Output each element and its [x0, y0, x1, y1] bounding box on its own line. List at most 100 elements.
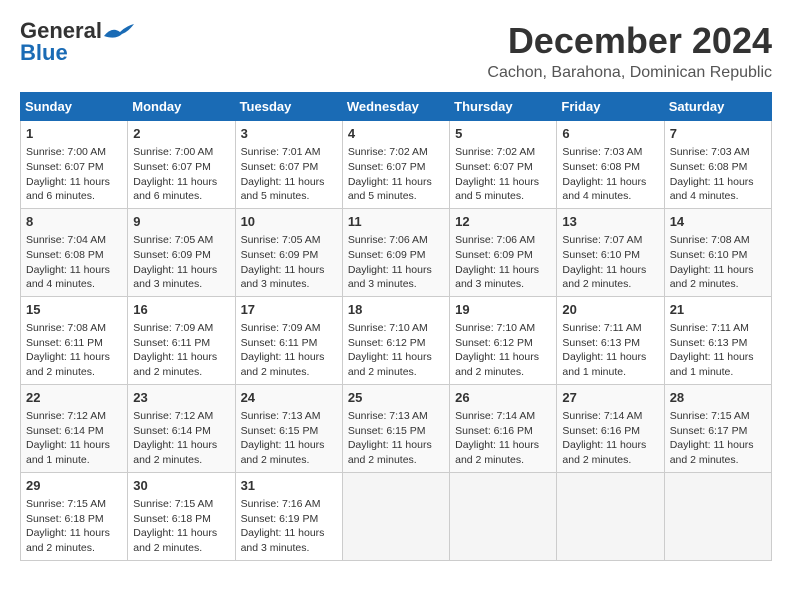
sunrise-text: Sunrise: 7:06 AM	[455, 234, 535, 246]
calendar-cell: 28 Sunrise: 7:15 AM Sunset: 6:17 PM Dayl…	[664, 384, 771, 472]
calendar-header-row: Sunday Monday Tuesday Wednesday Thursday…	[21, 93, 772, 121]
daylight-text: Daylight: 11 hours and 2 minutes.	[562, 264, 646, 291]
sunrise-text: Sunrise: 7:09 AM	[133, 322, 213, 334]
day-number: 27	[562, 389, 658, 407]
sunrise-text: Sunrise: 7:03 AM	[670, 146, 750, 158]
day-number: 31	[241, 477, 337, 495]
daylight-text: Daylight: 11 hours and 1 minute.	[670, 351, 754, 378]
sunset-text: Sunset: 6:07 PM	[133, 161, 211, 173]
sunset-text: Sunset: 6:12 PM	[348, 337, 426, 349]
calendar-cell: 22 Sunrise: 7:12 AM Sunset: 6:14 PM Dayl…	[21, 384, 128, 472]
sunset-text: Sunset: 6:07 PM	[241, 161, 319, 173]
daylight-text: Daylight: 11 hours and 2 minutes.	[26, 527, 110, 554]
day-number: 10	[241, 213, 337, 231]
sunrise-text: Sunrise: 7:14 AM	[455, 410, 535, 422]
day-number: 30	[133, 477, 229, 495]
day-number: 21	[670, 301, 766, 319]
daylight-text: Daylight: 11 hours and 3 minutes.	[241, 264, 325, 291]
calendar-cell: 4 Sunrise: 7:02 AM Sunset: 6:07 PM Dayli…	[342, 121, 449, 209]
calendar-cell: 8 Sunrise: 7:04 AM Sunset: 6:08 PM Dayli…	[21, 208, 128, 296]
calendar-cell: 19 Sunrise: 7:10 AM Sunset: 6:12 PM Dayl…	[450, 296, 557, 384]
sunset-text: Sunset: 6:14 PM	[133, 425, 211, 437]
sunrise-text: Sunrise: 7:11 AM	[562, 322, 641, 334]
sunset-text: Sunset: 6:07 PM	[455, 161, 533, 173]
day-number: 7	[670, 125, 766, 143]
sunrise-text: Sunrise: 7:02 AM	[455, 146, 535, 158]
day-number: 15	[26, 301, 122, 319]
sunrise-text: Sunrise: 7:07 AM	[562, 234, 642, 246]
page-header: General Blue December 2024 Cachon, Barah…	[20, 20, 772, 82]
day-number: 23	[133, 389, 229, 407]
sunrise-text: Sunrise: 7:05 AM	[241, 234, 321, 246]
sunset-text: Sunset: 6:19 PM	[241, 513, 319, 525]
sunrise-text: Sunrise: 7:08 AM	[26, 322, 106, 334]
daylight-text: Daylight: 11 hours and 6 minutes.	[133, 176, 217, 203]
sunrise-text: Sunrise: 7:01 AM	[241, 146, 321, 158]
daylight-text: Daylight: 11 hours and 4 minutes.	[26, 264, 110, 291]
day-number: 18	[348, 301, 444, 319]
daylight-text: Daylight: 11 hours and 3 minutes.	[348, 264, 432, 291]
month-title: December 2024	[487, 20, 772, 62]
sunset-text: Sunset: 6:12 PM	[455, 337, 533, 349]
day-number: 1	[26, 125, 122, 143]
day-number: 19	[455, 301, 551, 319]
daylight-text: Daylight: 11 hours and 1 minute.	[26, 439, 110, 466]
sunset-text: Sunset: 6:11 PM	[133, 337, 210, 349]
daylight-text: Daylight: 11 hours and 4 minutes.	[562, 176, 646, 203]
day-number: 26	[455, 389, 551, 407]
daylight-text: Daylight: 11 hours and 1 minute.	[562, 351, 646, 378]
sunrise-text: Sunrise: 7:12 AM	[26, 410, 106, 422]
daylight-text: Daylight: 11 hours and 3 minutes.	[241, 527, 325, 554]
sunset-text: Sunset: 6:10 PM	[670, 249, 748, 261]
sunrise-text: Sunrise: 7:13 AM	[348, 410, 428, 422]
day-number: 20	[562, 301, 658, 319]
daylight-text: Daylight: 11 hours and 2 minutes.	[455, 439, 539, 466]
daylight-text: Daylight: 11 hours and 3 minutes.	[133, 264, 217, 291]
daylight-text: Daylight: 11 hours and 2 minutes.	[241, 351, 325, 378]
calendar-cell: 14 Sunrise: 7:08 AM Sunset: 6:10 PM Dayl…	[664, 208, 771, 296]
sunrise-text: Sunrise: 7:12 AM	[133, 410, 213, 422]
col-friday: Friday	[557, 93, 664, 121]
col-wednesday: Wednesday	[342, 93, 449, 121]
daylight-text: Daylight: 11 hours and 2 minutes.	[133, 439, 217, 466]
sunset-text: Sunset: 6:09 PM	[455, 249, 533, 261]
location-title: Cachon, Barahona, Dominican Republic	[487, 64, 772, 82]
day-number: 3	[241, 125, 337, 143]
sunset-text: Sunset: 6:08 PM	[26, 249, 104, 261]
calendar-cell: 18 Sunrise: 7:10 AM Sunset: 6:12 PM Dayl…	[342, 296, 449, 384]
day-number: 12	[455, 213, 551, 231]
day-number: 16	[133, 301, 229, 319]
sunset-text: Sunset: 6:15 PM	[348, 425, 426, 437]
sunrise-text: Sunrise: 7:02 AM	[348, 146, 428, 158]
daylight-text: Daylight: 11 hours and 6 minutes.	[26, 176, 110, 203]
daylight-text: Daylight: 11 hours and 4 minutes.	[670, 176, 754, 203]
day-number: 13	[562, 213, 658, 231]
calendar-cell: 30 Sunrise: 7:15 AM Sunset: 6:18 PM Dayl…	[128, 472, 235, 560]
sunset-text: Sunset: 6:08 PM	[670, 161, 748, 173]
sunrise-text: Sunrise: 7:14 AM	[562, 410, 642, 422]
calendar-cell	[342, 472, 449, 560]
calendar-cell: 31 Sunrise: 7:16 AM Sunset: 6:19 PM Dayl…	[235, 472, 342, 560]
sunset-text: Sunset: 6:08 PM	[562, 161, 640, 173]
daylight-text: Daylight: 11 hours and 2 minutes.	[26, 351, 110, 378]
daylight-text: Daylight: 11 hours and 3 minutes.	[455, 264, 539, 291]
daylight-text: Daylight: 11 hours and 5 minutes.	[455, 176, 539, 203]
sunset-text: Sunset: 6:07 PM	[348, 161, 426, 173]
sunset-text: Sunset: 6:14 PM	[26, 425, 104, 437]
sunset-text: Sunset: 6:11 PM	[26, 337, 103, 349]
daylight-text: Daylight: 11 hours and 2 minutes.	[348, 439, 432, 466]
day-number: 2	[133, 125, 229, 143]
sunrise-text: Sunrise: 7:16 AM	[241, 498, 321, 510]
calendar-cell: 15 Sunrise: 7:08 AM Sunset: 6:11 PM Dayl…	[21, 296, 128, 384]
calendar-cell: 1 Sunrise: 7:00 AM Sunset: 6:07 PM Dayli…	[21, 121, 128, 209]
logo-bird-icon	[104, 24, 134, 42]
sunset-text: Sunset: 6:16 PM	[455, 425, 533, 437]
calendar-week-row: 22 Sunrise: 7:12 AM Sunset: 6:14 PM Dayl…	[21, 384, 772, 472]
daylight-text: Daylight: 11 hours and 5 minutes.	[241, 176, 325, 203]
calendar-cell	[557, 472, 664, 560]
sunrise-text: Sunrise: 7:06 AM	[348, 234, 428, 246]
calendar-cell: 6 Sunrise: 7:03 AM Sunset: 6:08 PM Dayli…	[557, 121, 664, 209]
calendar-cell: 10 Sunrise: 7:05 AM Sunset: 6:09 PM Dayl…	[235, 208, 342, 296]
calendar-week-row: 29 Sunrise: 7:15 AM Sunset: 6:18 PM Dayl…	[21, 472, 772, 560]
calendar-cell: 2 Sunrise: 7:00 AM Sunset: 6:07 PM Dayli…	[128, 121, 235, 209]
